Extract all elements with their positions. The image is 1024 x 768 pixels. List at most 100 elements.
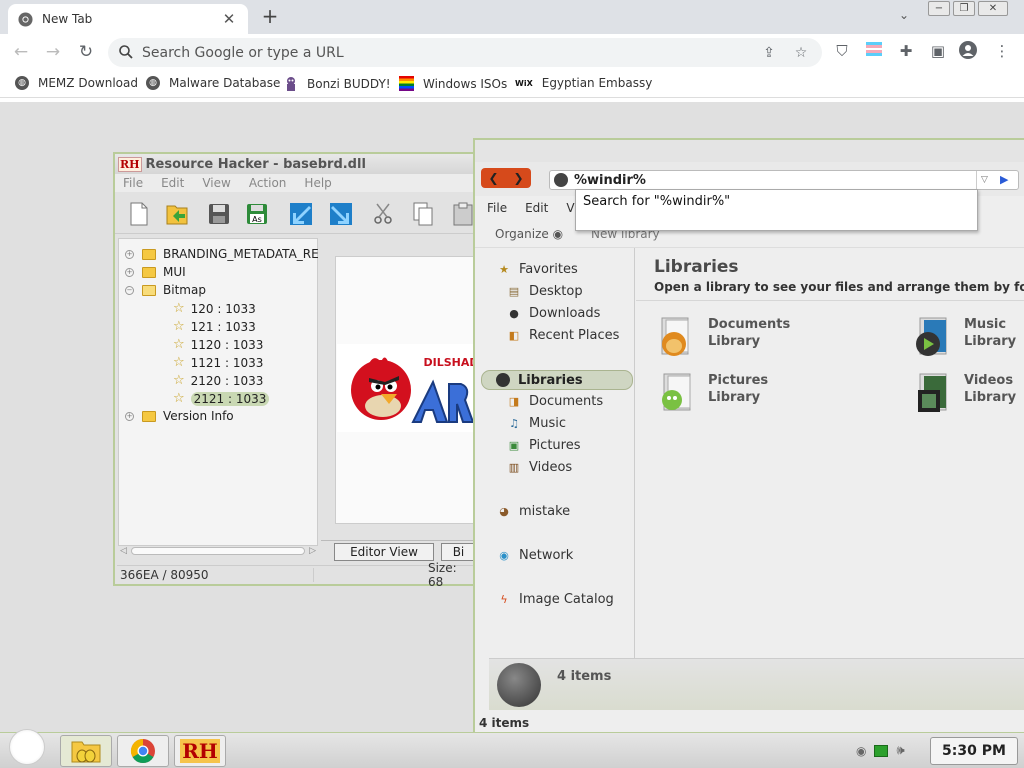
tab-search-icon[interactable]: ⌄ <box>894 8 914 26</box>
forward-chevron-icon[interactable]: ❯ <box>513 171 523 185</box>
tab-close-icon[interactable]: ✕ <box>220 10 238 28</box>
start-button[interactable] <box>9 729 45 765</box>
volume-icon[interactable]: 🕪 <box>896 743 904 758</box>
omnibox[interactable]: Search Google or type a URL ⇪ ☆ <box>108 38 822 67</box>
bookmark-malware-database[interactable]: ◍ Malware Database <box>146 76 280 90</box>
ublock-extension-icon[interactable]: ⛉ <box>832 41 852 61</box>
export-arrow-icon[interactable] <box>327 200 355 228</box>
nav-image-catalog[interactable]: ϟ Image Catalog <box>497 592 613 607</box>
pride-extension-icon[interactable] <box>864 41 884 61</box>
rh-title-bar[interactable]: RH Resource Hacker - basebrd.dll <box>115 154 475 174</box>
chrome-menu-icon[interactable]: ⋮ <box>992 41 1012 61</box>
open-file-icon[interactable] <box>163 200 191 228</box>
minimize-button[interactable]: − <box>928 1 950 16</box>
new-file-icon[interactable] <box>125 200 153 228</box>
maximize-button[interactable]: ❐ <box>953 1 975 16</box>
save-as-icon[interactable]: As <box>243 200 271 228</box>
rh-menu-help[interactable]: Help <box>304 176 331 190</box>
rh-menu-action[interactable]: Action <box>249 176 287 190</box>
tab-editor-view[interactable]: Editor View <box>334 543 434 561</box>
rh-menu-edit[interactable]: Edit <box>161 176 184 190</box>
ex-menu-file[interactable]: File <box>487 201 507 215</box>
library-name: Pictures <box>708 373 769 388</box>
tree-node-bitmap-2120[interactable]: ☆ 2120 : 1033 <box>173 373 263 388</box>
scroll-track[interactable] <box>130 547 306 555</box>
extensions-puzzle-icon[interactable]: ✚ <box>896 41 916 61</box>
explorer-title-bar[interactable] <box>475 140 1024 162</box>
tray-expand-icon[interactable]: ◉ <box>856 744 866 758</box>
library-documents[interactable]: Documents Library <box>658 316 790 358</box>
copy-icon[interactable] <box>409 200 437 228</box>
bookmark-star-icon[interactable]: ☆ <box>792 44 810 62</box>
expand-icon[interactable]: + <box>125 267 134 277</box>
side-panel-icon[interactable]: ▣ <box>928 41 948 61</box>
network-status-icon[interactable] <box>874 744 889 757</box>
back-chevron-icon[interactable]: ❮ <box>488 171 498 185</box>
rh-resource-tree[interactable]: + BRANDING_METADATA_RE + MUI − Bitmap ☆ … <box>118 238 319 546</box>
reload-icon[interactable]: ↻ <box>75 42 97 64</box>
rh-tree-scrollbar[interactable]: ◁ ▷ <box>120 544 316 558</box>
scroll-left-icon[interactable]: ◁ <box>120 546 127 556</box>
rh-menu-view[interactable]: View <box>202 176 230 190</box>
close-window-button[interactable]: ✕ <box>978 1 1008 16</box>
tree-node-version-info[interactable]: + Version Info <box>125 409 234 423</box>
tab-binary-view[interactable]: Bi <box>441 543 475 561</box>
taskbar-explorer[interactable] <box>60 735 112 767</box>
explorer-window[interactable]: ❮ ❯ %windir% ▽ ▶ File Edit Vie Organize … <box>473 138 1024 734</box>
back-arrow-icon[interactable]: ← <box>10 42 32 64</box>
address-suggestion-dropdown[interactable]: Search for "%windir%" <box>575 189 978 231</box>
tree-node-bitmap[interactable]: − Bitmap <box>125 283 206 297</box>
nav-network[interactable]: ◉ Network <box>497 548 573 563</box>
search-suggestion[interactable]: Search for "%windir%" <box>583 194 730 209</box>
nav-pictures[interactable]: ▣ Pictures <box>507 438 581 453</box>
go-arrow-icon[interactable]: ▶ <box>1000 173 1014 187</box>
tab-new-tab[interactable]: New Tab ✕ <box>8 4 248 34</box>
profile-avatar-icon[interactable] <box>958 41 978 61</box>
nav-mistake[interactable]: ◕ mistake <box>497 504 570 519</box>
new-tab-button[interactable]: + <box>258 5 282 29</box>
tree-node-mui[interactable]: + MUI <box>125 265 186 279</box>
forward-arrow-icon[interactable]: → <box>42 42 64 64</box>
taskbar-chrome[interactable] <box>117 735 169 767</box>
tree-node-bitmap-1121[interactable]: ☆ 1121 : 1033 <box>173 355 263 370</box>
tree-node-bitmap-120[interactable]: ☆ 120 : 1033 <box>173 301 256 316</box>
compile-arrow-icon[interactable] <box>287 200 315 228</box>
library-videos[interactable]: Videos Library <box>914 372 1016 414</box>
address-dropdown-icon[interactable]: ▽ <box>976 171 992 189</box>
bookmark-bonzi-buddy[interactable]: Bonzi BUDDY! <box>284 76 391 92</box>
share-icon[interactable]: ⇪ <box>760 44 778 62</box>
nav-downloads[interactable]: ● Downloads <box>507 306 600 321</box>
tree-node-bitmap-1120[interactable]: ☆ 1120 : 1033 <box>173 337 263 352</box>
address-input[interactable]: %windir% <box>574 173 646 188</box>
collapse-icon[interactable]: − <box>125 285 134 295</box>
nav-music[interactable]: ♫ Music <box>507 416 566 431</box>
save-icon[interactable] <box>205 200 233 228</box>
nav-libraries[interactable]: Libraries <box>481 370 633 390</box>
bookmark-egyptian-embassy[interactable]: WiX Egyptian Embassy <box>515 76 652 90</box>
rh-menu-file[interactable]: File <box>123 176 143 190</box>
back-forward-buttons[interactable]: ❮ ❯ <box>481 168 531 188</box>
bookmark-memz[interactable]: ◍ MEMZ Download <box>15 76 138 90</box>
tree-node-bitmap-2121[interactable]: ☆ 2121 : 1033 <box>173 391 270 406</box>
rh-logo-icon: RH <box>118 156 142 172</box>
nav-favorites[interactable]: ★ Favorites <box>497 262 578 277</box>
library-pictures[interactable]: Pictures Library <box>658 372 768 414</box>
nav-documents[interactable]: ◨ Documents <box>507 394 603 409</box>
taskbar-resource-hacker[interactable]: RH <box>174 735 226 767</box>
nav-videos[interactable]: ▥ Videos <box>507 460 572 475</box>
nav-desktop[interactable]: ▤ Desktop <box>507 284 583 299</box>
expand-icon[interactable]: + <box>125 249 134 259</box>
library-music[interactable]: Music Library <box>914 316 1016 358</box>
expand-icon[interactable]: + <box>125 411 134 421</box>
taskbar-clock[interactable]: 5:30 PM <box>930 737 1018 765</box>
cut-scissors-icon[interactable] <box>369 200 397 228</box>
address-bar[interactable]: %windir% ▽ ▶ <box>549 170 1019 190</box>
bookmark-windows-isos[interactable]: Windows ISOs <box>399 76 507 91</box>
tree-node-bitmap-121[interactable]: ☆ 121 : 1033 <box>173 319 256 334</box>
nav-recent-places[interactable]: ◧ Recent Places <box>507 328 620 343</box>
organize-button[interactable]: Organize ◉ <box>495 227 563 241</box>
scroll-right-icon[interactable]: ▷ <box>309 546 316 556</box>
tree-node-branding[interactable]: + BRANDING_METADATA_RE <box>125 247 319 261</box>
resource-hacker-window[interactable]: RH Resource Hacker - basebrd.dll File Ed… <box>113 152 475 589</box>
ex-menu-edit[interactable]: Edit <box>525 201 548 215</box>
